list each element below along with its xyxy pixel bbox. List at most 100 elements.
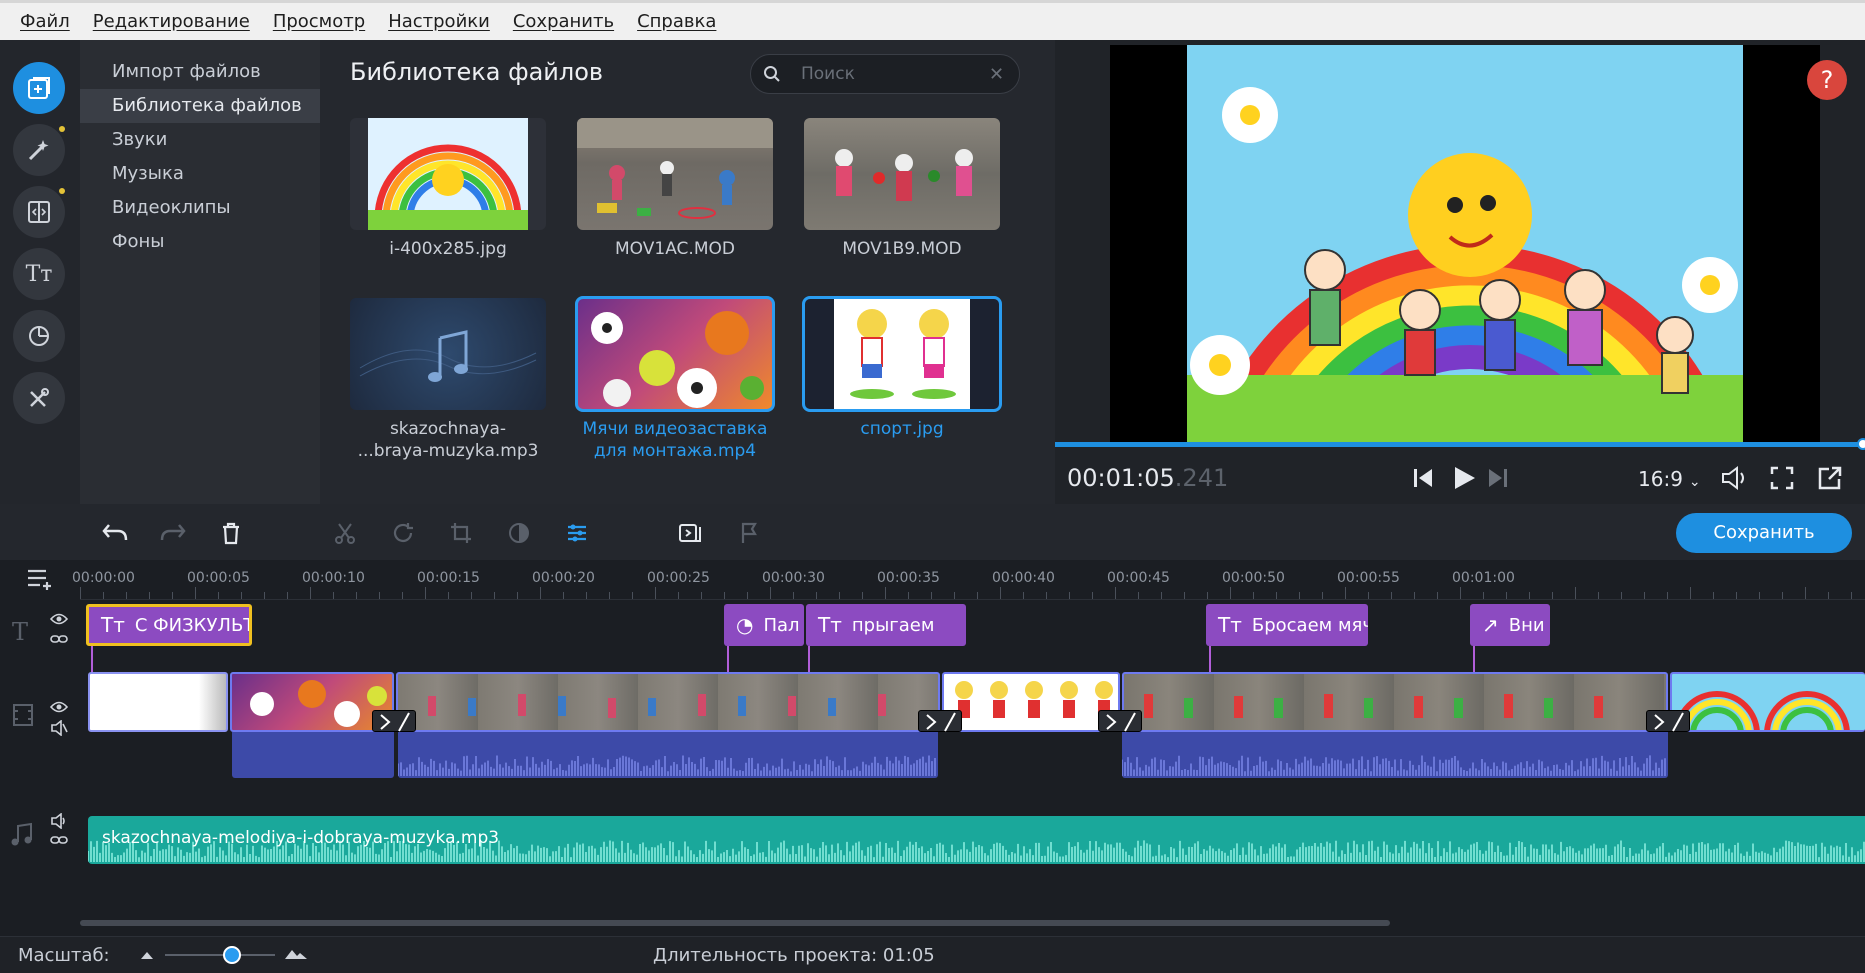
stickers-icon[interactable]	[13, 310, 65, 362]
play-icon[interactable]	[1451, 464, 1477, 496]
search-input[interactable]	[801, 64, 981, 84]
title-clip[interactable]: Тт прыгаем	[806, 604, 966, 646]
file-tile[interactable]: skazochnaya- ...braya-muzyka.mp3	[350, 298, 546, 462]
ruler-tick-label: 00:00:15	[417, 570, 480, 586]
category-import[interactable]: Импорт файлов	[80, 55, 320, 89]
title-clip[interactable]: Тт Бросаем мяч	[1206, 604, 1368, 646]
file-tile[interactable]: спорт.jpg	[802, 296, 1002, 440]
ruler-tick-mark	[1759, 592, 1760, 599]
marker-icon[interactable]	[734, 518, 764, 548]
help-button[interactable]: ?	[1807, 60, 1847, 100]
file-tile[interactable]: MOV1B9.MOD	[804, 118, 1000, 260]
fullscreen-icon[interactable]	[1769, 465, 1795, 495]
video-clip[interactable]	[230, 672, 394, 732]
volume-icon[interactable]	[1720, 464, 1750, 496]
zoom-out-icon[interactable]	[138, 949, 156, 961]
ruler-tick-mark	[264, 592, 265, 599]
ruler-tick-mark	[1391, 592, 1392, 599]
category-backgrounds[interactable]: Фоны	[80, 225, 320, 259]
playback-progress-knob[interactable]	[1857, 438, 1865, 450]
delete-icon[interactable]	[216, 518, 246, 548]
music-clip[interactable]: skazochnaya-melodiya-i-dobraya-muzyka.mp…	[88, 816, 1865, 864]
menu-help[interactable]: Справка	[637, 11, 716, 32]
audio-clip[interactable]	[232, 732, 394, 778]
color-adjust-icon[interactable]	[504, 518, 534, 548]
category-videoclips[interactable]: Видеоклипы	[80, 191, 320, 225]
ruler-tick-mark	[517, 592, 518, 599]
zoom-slider-knob[interactable]	[223, 946, 241, 964]
sticker-clip[interactable]: ◔ Пал	[724, 604, 804, 646]
zoom-in-icon[interactable]	[284, 947, 308, 961]
music-clip-label: skazochnaya-melodiya-i-dobraya-muzyka.mp…	[102, 828, 500, 848]
mute-icon[interactable]	[50, 720, 68, 736]
category-sounds[interactable]: Звуки	[80, 123, 320, 157]
menu-file[interactable]: Файл	[20, 11, 70, 32]
ruler-tick-mark	[931, 592, 932, 599]
title-clip[interactable]: Тт С ФИЗКУЛЬТ	[86, 604, 252, 646]
crop-icon[interactable]	[446, 518, 476, 548]
menu-settings[interactable]: Настройки	[388, 11, 490, 32]
transition-marker[interactable]	[372, 710, 416, 732]
video-clip[interactable]	[1122, 672, 1668, 732]
link-icon[interactable]	[50, 632, 68, 646]
audio-clip[interactable]	[398, 732, 938, 778]
ruler-tick-mark	[1713, 592, 1714, 599]
cut-icon[interactable]	[330, 518, 360, 548]
aspect-ratio-select[interactable]: 16:9 ⌄	[1638, 467, 1701, 491]
redo-icon[interactable]	[158, 518, 188, 548]
import-icon[interactable]	[13, 62, 65, 114]
titles-icon[interactable]: Tт	[13, 248, 65, 300]
add-track-icon[interactable]	[26, 566, 56, 596]
file-tile[interactable]: i-400x285.jpg	[350, 118, 546, 260]
menu-view[interactable]: Просмотр	[273, 11, 365, 32]
ruler-tick-mark	[356, 592, 357, 599]
save-button[interactable]: Сохранить	[1676, 513, 1852, 553]
transitions-icon[interactable]	[13, 186, 65, 238]
undo-icon[interactable]	[100, 518, 130, 548]
skip-back-icon[interactable]	[1412, 466, 1434, 494]
file-name: skazochnaya- ...braya-muzyka.mp3	[357, 419, 539, 461]
transition-marker[interactable]	[918, 710, 962, 732]
ruler-tick-mark	[1138, 592, 1139, 599]
timeline-scrollbar[interactable]	[80, 920, 1390, 926]
notification-dot	[59, 188, 65, 194]
transition-marker[interactable]	[1098, 710, 1142, 732]
tools-icon[interactable]	[13, 372, 65, 424]
ruler-tick-mark	[1115, 587, 1116, 599]
file-tile[interactable]: MOV1AC.MOD	[577, 118, 773, 260]
transition-marker[interactable]	[1646, 710, 1690, 732]
timeline-ruler[interactable]: 00:00:00 00:00:05 00:00:10 00:00:15 00:00:20…	[72, 560, 1865, 600]
video-clip[interactable]	[1670, 672, 1865, 732]
transition-wizard-icon[interactable]	[676, 518, 706, 548]
eye-icon[interactable]	[50, 700, 68, 714]
file-tile[interactable]: Мячи видеозаставка для монтажа.mp4	[575, 296, 775, 462]
magic-wand-icon[interactable]	[13, 124, 65, 176]
clip-properties-icon[interactable]	[562, 518, 592, 548]
chevron-down-icon: ⌄	[1688, 474, 1701, 490]
rotate-icon[interactable]	[388, 518, 418, 548]
playback-progress-bar[interactable]	[1055, 438, 1865, 450]
video-clip[interactable]	[396, 672, 940, 732]
skip-forward-icon[interactable]	[1487, 466, 1509, 494]
clear-search-icon[interactable]: ✕	[989, 64, 1004, 85]
timecode-display: 00:01:05.241	[1067, 464, 1229, 492]
detach-preview-icon[interactable]	[1817, 465, 1843, 495]
category-music[interactable]: Музыка	[80, 157, 320, 191]
link-icon[interactable]	[50, 833, 68, 847]
ruler-tick-mark	[632, 592, 633, 599]
ruler-tick-mark	[586, 592, 587, 599]
menu-save[interactable]: Сохранить	[513, 11, 614, 32]
eye-icon[interactable]	[50, 612, 68, 626]
video-clip[interactable]	[88, 672, 228, 732]
ruler-tick-mark	[678, 592, 679, 599]
video-clip[interactable]	[942, 672, 1120, 732]
audio-clip[interactable]	[1122, 732, 1668, 778]
menu-edit[interactable]: Редактирование	[93, 11, 250, 32]
category-library[interactable]: Библиотека файлов	[80, 89, 320, 123]
volume-icon[interactable]	[50, 813, 68, 829]
ruler-tick-mark	[1046, 592, 1047, 599]
sticker-clip[interactable]: ↗ Вни	[1470, 604, 1550, 646]
zoom-slider-track[interactable]	[165, 954, 275, 956]
ruler-tick-mark	[402, 592, 403, 599]
ruler-tick-mark	[494, 592, 495, 599]
